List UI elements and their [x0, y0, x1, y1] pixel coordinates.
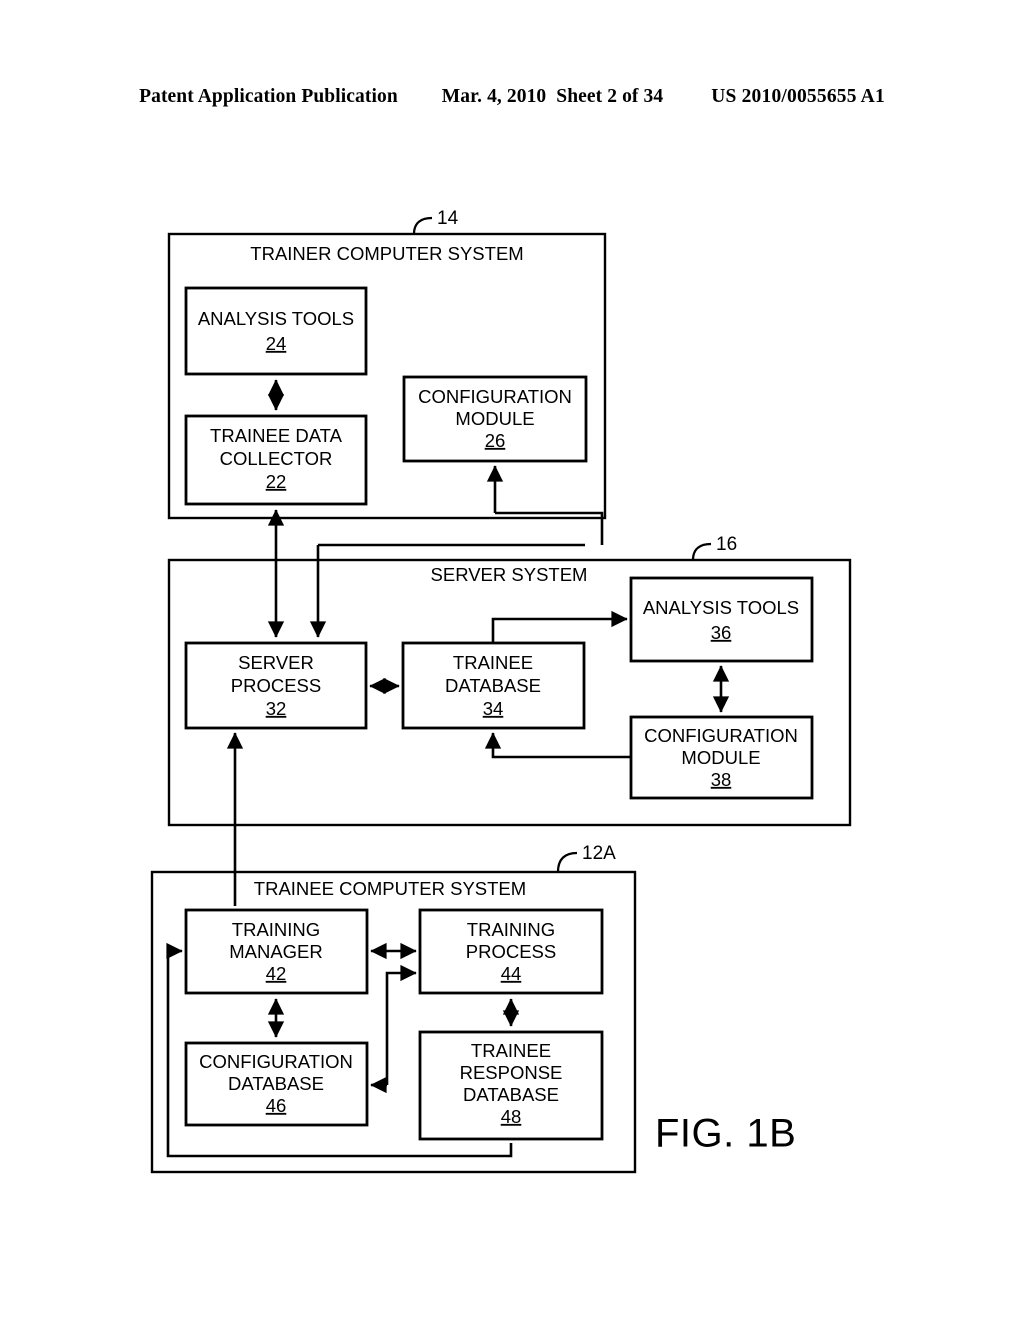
analysis-tools-36-box	[629, 576, 814, 663]
training-manager-42-ref: 42	[266, 963, 287, 984]
system-trainee-computer-system: TRAINEE COMPUTER SYSTEM 12A TRAINING MAN…	[150, 843, 637, 1174]
block-configuration-database-46: CONFIGURATION DATABASE 46	[184, 1041, 369, 1127]
configuration-module-26-ref: 26	[485, 430, 506, 451]
block-configuration-module-38: CONFIGURATION MODULE 38	[629, 715, 814, 800]
trainee-database-34-ref: 34	[483, 698, 504, 719]
analysis-tools-36-label: ANALYSIS TOOLS	[643, 597, 799, 618]
block-trainee-data-collector-22: TRAINEE DATA COLLECTOR 22	[184, 414, 368, 506]
connector-configuration-module-38-to-trainee-database-34	[484, 732, 631, 759]
leader-line-16	[691, 542, 712, 561]
block-configuration-module-26: CONFIGURATION MODULE 26	[402, 375, 588, 463]
configuration-module-26-label-line2: MODULE	[455, 408, 534, 429]
trainee-response-database-48-label-line1: TRAINEE	[471, 1040, 551, 1061]
reference-numeral-12a: 12A	[582, 843, 616, 864]
leader-line-14	[412, 216, 433, 235]
block-analysis-tools-36: ANALYSIS TOOLS 36	[629, 576, 814, 663]
trainee-data-collector-22-label-line1: TRAINEE DATA	[210, 425, 343, 446]
system-server-system: SERVER SYSTEM 16 SERVER PROCESS 32 TRAIN…	[167, 534, 852, 827]
analysis-tools-24-label: ANALYSIS TOOLS	[198, 308, 354, 329]
connector-branch-to-training-process-44	[385, 964, 417, 1085]
trainee-response-database-48-ref: 48	[501, 1106, 522, 1127]
configuration-database-46-label-line1: CONFIGURATION	[199, 1051, 353, 1072]
block-training-process-44: TRAINING PROCESS 44	[418, 908, 604, 995]
block-trainee-response-database-48: TRAINEE RESPONSE DATABASE 48	[418, 1030, 604, 1141]
training-process-44-label-line1: TRAINING	[467, 919, 555, 940]
server-process-32-label-line1: SERVER	[238, 652, 314, 673]
training-process-44-ref: 44	[501, 963, 522, 984]
training-manager-42-label-line2: MANAGER	[229, 941, 323, 962]
reference-numeral-14: 14	[437, 208, 459, 229]
block-trainee-database-34: TRAINEE DATABASE 34	[401, 641, 586, 730]
reference-numeral-16: 16	[716, 534, 737, 555]
analysis-tools-24-ref: 24	[266, 333, 287, 354]
configuration-module-38-label-line2: MODULE	[681, 747, 760, 768]
configuration-database-46-ref: 46	[266, 1095, 287, 1116]
block-training-manager-42: TRAINING MANAGER 42	[184, 908, 369, 995]
configuration-module-38-ref: 38	[711, 769, 732, 790]
trainee-data-collector-22-ref: 22	[266, 471, 287, 492]
patent-figure-page: Patent Application Publication Mar. 4, 2…	[0, 0, 1024, 1320]
trainee-data-collector-22-label-line2: COLLECTOR	[220, 448, 333, 469]
configuration-module-26-label-line1: CONFIGURATION	[418, 386, 572, 407]
figure-caption: FIG. 1B	[655, 1112, 796, 1156]
trainee-response-database-48-label-line2: RESPONSE	[460, 1062, 563, 1083]
training-manager-42-label-line1: TRAINING	[232, 919, 320, 940]
configuration-database-46-label-line2: DATABASE	[228, 1073, 324, 1094]
trainer-system-title: TRAINER COMPUTER SYSTEM	[250, 243, 523, 264]
analysis-tools-24-box	[184, 286, 368, 376]
trainee-database-34-label-line2: DATABASE	[445, 675, 541, 696]
system-trainer-computer-system: TRAINER COMPUTER SYSTEM 14 ANALYSIS TOOL…	[167, 208, 607, 520]
trainee-database-34-label-line1: TRAINEE	[453, 652, 533, 673]
trainee-system-title: TRAINEE COMPUTER SYSTEM	[254, 878, 526, 899]
block-analysis-tools-24: ANALYSIS TOOLS 24	[184, 286, 368, 376]
server-process-32-ref: 32	[266, 698, 287, 719]
server-system-title: SERVER SYSTEM	[431, 564, 588, 585]
figure-1b-diagram: TRAINER COMPUTER SYSTEM 14 ANALYSIS TOOL…	[150, 208, 852, 1174]
leader-line-12a	[556, 851, 578, 873]
configuration-module-38-label-line1: CONFIGURATION	[644, 725, 798, 746]
block-server-process-32: SERVER PROCESS 32	[184, 641, 368, 730]
training-process-44-label-line2: PROCESS	[466, 941, 556, 962]
trainee-response-database-48-label-line3: DATABASE	[463, 1084, 559, 1105]
analysis-tools-36-ref: 36	[711, 622, 732, 643]
server-process-32-label-line2: PROCESS	[231, 675, 321, 696]
connector-trainee-database-34-to-analysis-tools-36	[491, 610, 628, 643]
